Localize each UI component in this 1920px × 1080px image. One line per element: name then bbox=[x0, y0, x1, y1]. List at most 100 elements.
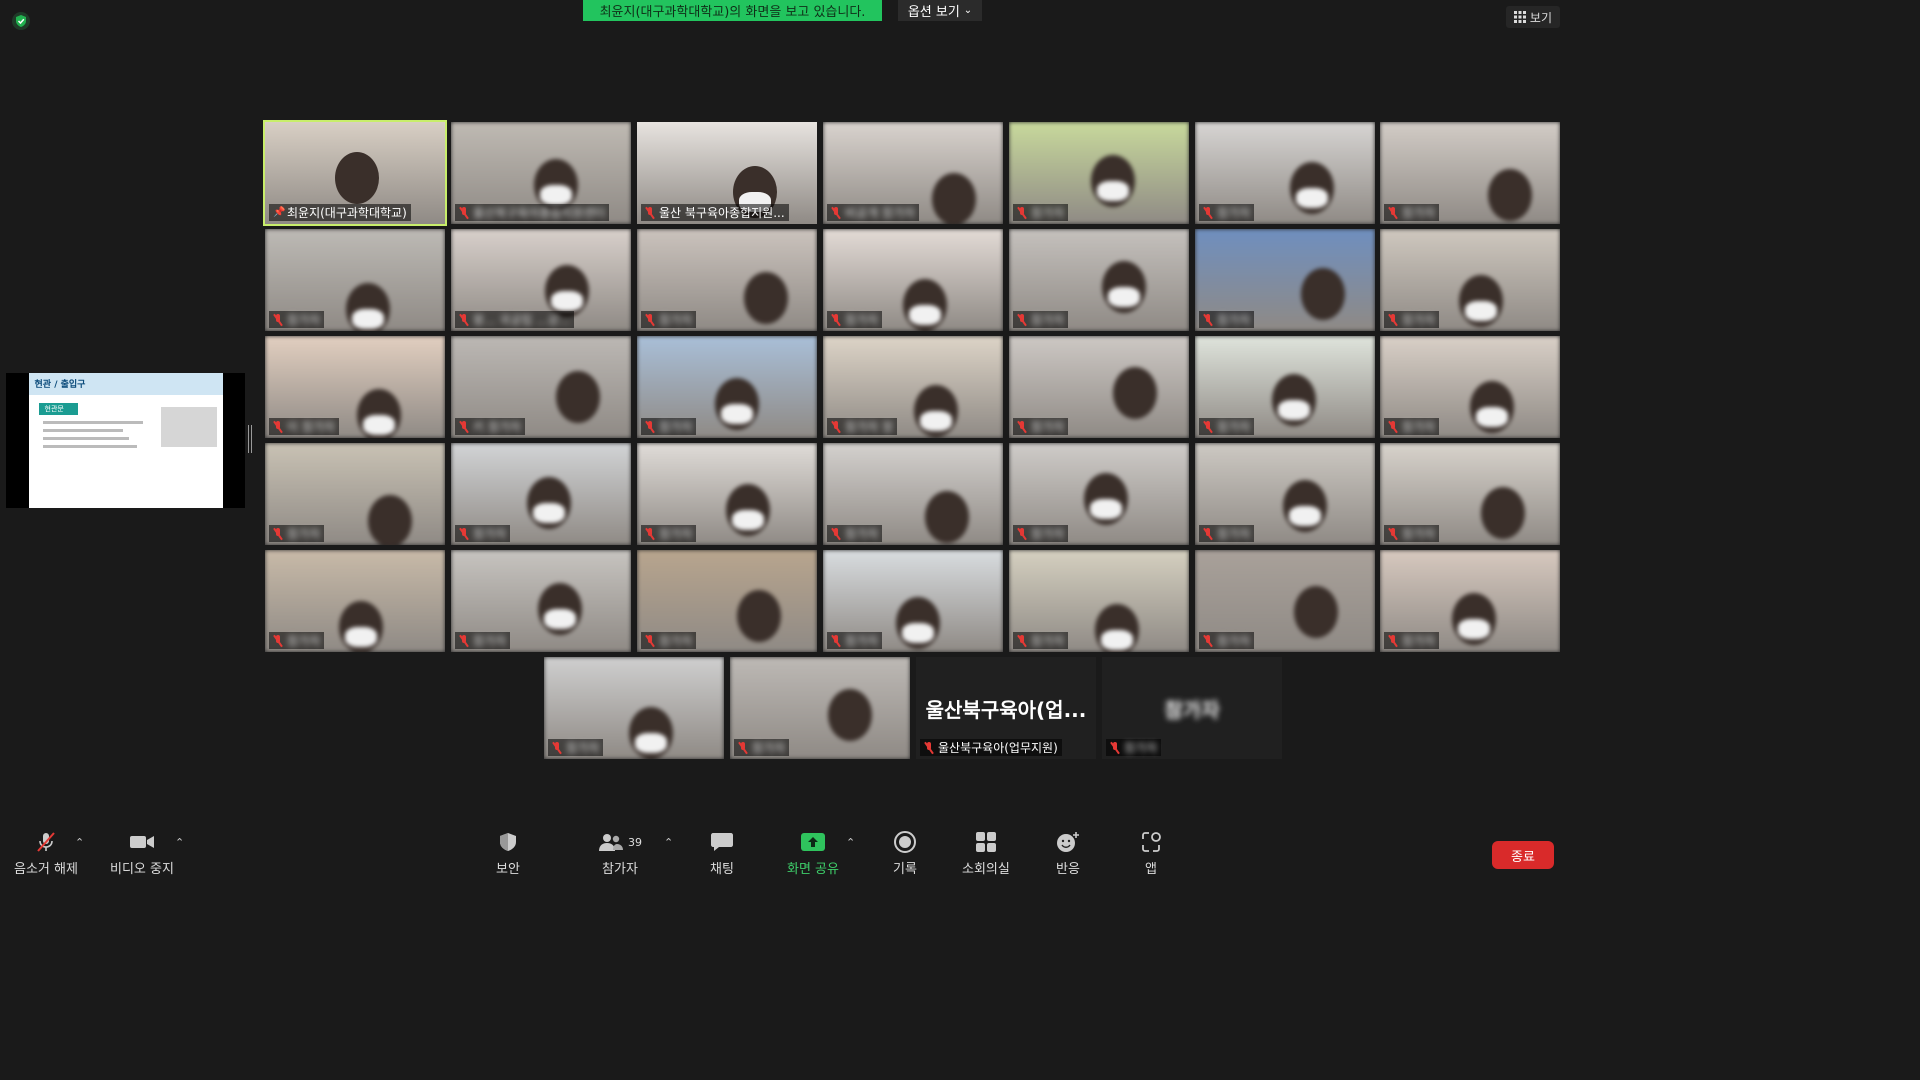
apps-button[interactable]: 앱 bbox=[1140, 830, 1162, 877]
end-meeting-button[interactable]: 종료 bbox=[1492, 841, 1554, 869]
security-label: 보안 bbox=[496, 862, 520, 877]
participant-name-caption: 참가자 bbox=[641, 311, 697, 328]
face-mask bbox=[1296, 188, 1328, 208]
participant-video-tile[interactable]: 참가자 bbox=[451, 550, 631, 652]
participant-video-tile[interactable]: 참가자 bbox=[1009, 122, 1189, 224]
participant-name: 울산 북구육아종합지원... bbox=[659, 206, 785, 220]
participant-name-caption: 참가자 bbox=[1384, 632, 1440, 649]
face-mask bbox=[1476, 407, 1508, 427]
participant-name-caption: 참가자 bbox=[1199, 204, 1255, 221]
chat-button[interactable]: 채팅 bbox=[710, 830, 734, 877]
participant-name-caption: 참가자 bbox=[269, 632, 325, 649]
participant-video-tile[interactable]: 참가자 bbox=[265, 550, 445, 652]
participant-name: 참가자 bbox=[1124, 741, 1158, 755]
participant-name: 참가자 bbox=[287, 634, 321, 648]
participant-video-tile[interactable]: 참가자 bbox=[1195, 336, 1375, 438]
face-mask bbox=[363, 415, 395, 435]
participant-video-tile[interactable]: 참가자 bbox=[637, 443, 817, 545]
mic-muted-icon bbox=[645, 313, 655, 326]
record-button[interactable]: 기록 bbox=[893, 830, 917, 877]
participant-video-tile[interactable]: 비공개 참가자 bbox=[823, 122, 1003, 224]
participant-figure bbox=[556, 371, 600, 423]
participant-video-tile[interactable]: 참가자 bbox=[265, 443, 445, 545]
participant-video-tile[interactable]: 울산북구육아(업... 울산북구육아(업무지원) bbox=[916, 657, 1096, 759]
share-options-caret[interactable]: ⌃ bbox=[846, 836, 855, 849]
mic-muted-icon bbox=[1388, 634, 1398, 647]
panel-splitter-handle[interactable] bbox=[248, 425, 252, 453]
participant-video-tile[interactable]: 참가자 정 bbox=[823, 336, 1003, 438]
face-mask bbox=[544, 609, 576, 629]
participant-video-tile[interactable]: 참가자 bbox=[1195, 122, 1375, 224]
mic-muted-icon bbox=[37, 832, 55, 852]
mic-muted-icon bbox=[459, 206, 469, 219]
participant-video-tile[interactable]: 참가자 bbox=[637, 550, 817, 652]
participant-video-tile[interactable]: 참가자 bbox=[1009, 229, 1189, 331]
mic-muted-icon bbox=[831, 206, 841, 219]
participant-video-tile[interactable]: 참가자 bbox=[823, 443, 1003, 545]
participant-video-tile[interactable]: 참가자 bbox=[1380, 229, 1560, 331]
breakout-rooms-label: 소회의실 bbox=[962, 862, 1010, 877]
participants-count: 39 bbox=[628, 835, 642, 849]
participant-video-tile[interactable]: 울산 북구육아종합지원... bbox=[637, 122, 817, 224]
view-layout-button[interactable]: 보기 bbox=[1505, 6, 1560, 28]
participant-name: 참가자 bbox=[1217, 313, 1251, 327]
participant-video-tile[interactable]: 이 참가자 bbox=[265, 336, 445, 438]
reactions-button[interactable]: 반응 bbox=[1056, 830, 1080, 877]
mic-muted-icon bbox=[645, 420, 655, 433]
participant-video-tile[interactable]: 키 참가자 bbox=[451, 336, 631, 438]
participant-video-tile[interactable]: 참가자 bbox=[265, 229, 445, 331]
face-mask bbox=[533, 503, 565, 523]
participant-name: 참가자 bbox=[1402, 313, 1436, 327]
share-screen-button[interactable]: 화면 공유 bbox=[787, 830, 839, 877]
participant-video-tile[interactable]: 참가자 bbox=[1009, 336, 1189, 438]
view-options-label: 옵션 보기 bbox=[907, 5, 960, 20]
view-options-button[interactable]: 옵션 보기 ⌄ bbox=[898, 0, 982, 21]
participant-name: 참가자 bbox=[287, 313, 321, 327]
participants-button[interactable]: 39 참가자 bbox=[598, 830, 642, 877]
stop-video-button[interactable]: 비디오 중지 bbox=[110, 830, 174, 877]
shared-screen-thumbnail[interactable]: 현관 / 출입구 현관문 bbox=[6, 373, 245, 508]
participant-video-tile[interactable]: 참가자 bbox=[544, 657, 724, 759]
participant-name: 참가자 bbox=[1031, 206, 1065, 220]
mic-muted-icon bbox=[1388, 527, 1398, 540]
unmute-button[interactable]: 음소거 해제 bbox=[14, 830, 78, 877]
participant-video-tile[interactable]: 참가자 bbox=[730, 657, 910, 759]
slide-text-line bbox=[42, 421, 143, 424]
participants-options-caret[interactable]: ⌃ bbox=[664, 836, 673, 849]
participant-name: 참가자 bbox=[473, 527, 507, 541]
mic-muted-icon bbox=[738, 741, 748, 754]
participant-video-tile[interactable]: 참가자 bbox=[1380, 122, 1560, 224]
participant-video-tile[interactable]: 울산북구육아종합지원센터 bbox=[451, 122, 631, 224]
participant-video-tile[interactable]: 참가자 bbox=[1380, 336, 1560, 438]
participant-name: 참가자 bbox=[1031, 420, 1065, 434]
participant-video-tile[interactable]: 참가자 bbox=[637, 229, 817, 331]
participant-video-tile[interactable]: 참가자 bbox=[1195, 443, 1375, 545]
participant-video-tile[interactable]: 참가자 bbox=[1009, 550, 1189, 652]
participant-video-tile[interactable]: 참가자 bbox=[823, 550, 1003, 652]
security-button[interactable]: 보안 bbox=[496, 830, 520, 877]
participant-video-tile[interactable]: 📌 최윤지(대구과학대학교) bbox=[263, 120, 447, 226]
mic-muted-icon bbox=[1110, 741, 1120, 754]
video-options-caret[interactable]: ⌃ bbox=[175, 836, 184, 849]
participant-video-tile[interactable]: 참가자 bbox=[1195, 229, 1375, 331]
audio-options-caret[interactable]: ⌃ bbox=[75, 836, 84, 849]
participant-name-caption: 키 참가자 bbox=[455, 418, 525, 435]
participant-video-tile[interactable]: 참가자 bbox=[823, 229, 1003, 331]
participant-video-tile[interactable]: 참가자 bbox=[637, 336, 817, 438]
participant-video-tile[interactable]: 참가자 bbox=[1380, 550, 1560, 652]
participant-name: 참가자 bbox=[659, 313, 693, 327]
participant-name-caption: 참가자 bbox=[1013, 311, 1069, 328]
mic-muted-icon bbox=[1203, 313, 1213, 326]
participant-name: 최윤지(대구과학대학교) bbox=[287, 206, 407, 220]
unmute-label: 음소거 해제 bbox=[14, 862, 78, 877]
participant-video-tile[interactable]: 참가자 bbox=[1009, 443, 1189, 545]
video-camera-icon bbox=[129, 836, 154, 848]
mic-muted-icon bbox=[273, 313, 283, 326]
shield-icon[interactable] bbox=[12, 12, 30, 30]
breakout-rooms-button[interactable]: 소회의실 bbox=[962, 830, 1010, 877]
participant-video-tile[interactable]: 참가자 bbox=[1195, 550, 1375, 652]
participant-video-tile[interactable]: 참가자 bbox=[1380, 443, 1560, 545]
participant-video-tile[interactable]: 참가자 bbox=[451, 443, 631, 545]
participant-video-tile[interactable]: 참가자 참가자 bbox=[1102, 657, 1282, 759]
participant-video-tile[interactable]: 왕... 국공립 ...상... bbox=[451, 229, 631, 331]
